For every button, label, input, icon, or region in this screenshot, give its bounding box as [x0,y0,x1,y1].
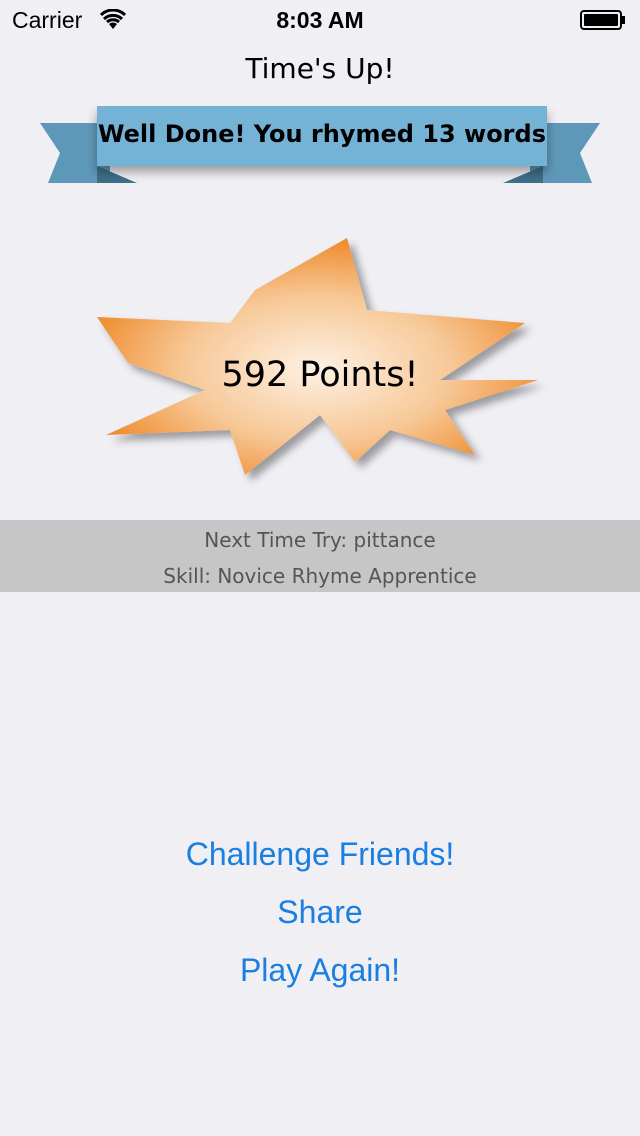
share-button[interactable]: Share [0,894,640,931]
next-word-hint: Next Time Try: pittance [204,528,436,552]
battery-icon [580,10,625,30]
play-again-button[interactable]: Play Again! [0,952,640,989]
score-label: 592 Points! [221,355,419,395]
skill-level: Skill: Novice Rhyme Apprentice [163,564,477,588]
status-bar: Carrier 8:03 AM [0,0,640,40]
status-time: 8:03 AM [276,7,364,33]
page-title: Time's Up! [245,52,395,85]
challenge-friends-button[interactable]: Challenge Friends! [0,836,640,873]
ribbon-message: Well Done! You rhymed 13 words [98,120,546,148]
